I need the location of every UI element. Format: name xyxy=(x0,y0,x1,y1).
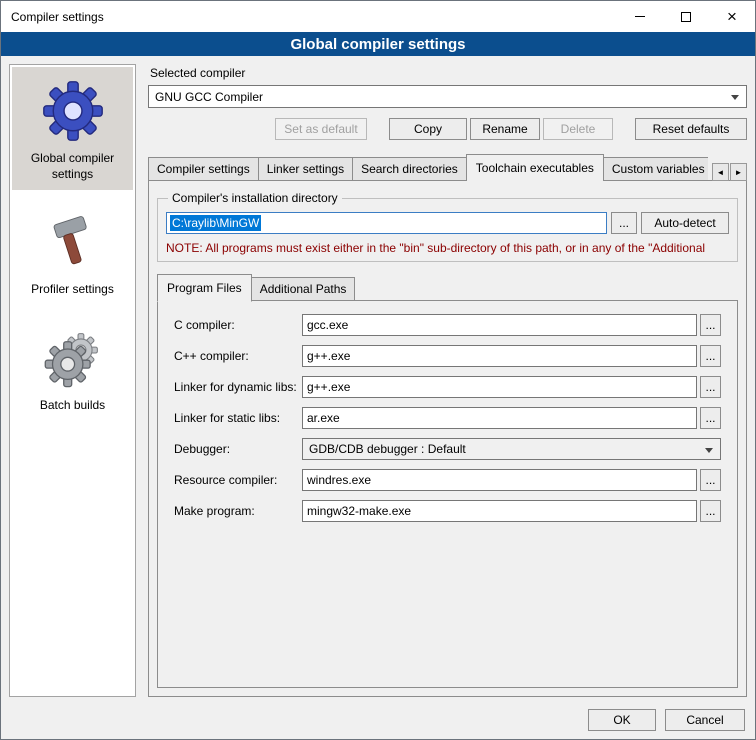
gear-blue-icon xyxy=(14,77,131,145)
delete-button[interactable]: Delete xyxy=(543,118,613,140)
browse-button[interactable]: ... xyxy=(700,345,721,367)
c-compiler-label: C compiler: xyxy=(174,318,302,332)
ok-button[interactable]: OK xyxy=(588,709,656,731)
path-selected-text: C:\raylib\MinGW xyxy=(170,215,261,231)
browse-button[interactable]: ... xyxy=(700,314,721,336)
program-tabstrip: Program Files Additional Paths xyxy=(157,274,738,301)
tab-search-directories[interactable]: Search directories xyxy=(352,157,467,181)
tab-linker-settings[interactable]: Linker settings xyxy=(258,157,353,181)
minimize-button[interactable] xyxy=(617,1,663,32)
chevron-down-icon xyxy=(705,448,713,453)
make-program-label: Make program: xyxy=(174,504,302,518)
sidebar-item-profiler-settings[interactable]: Profiler settings xyxy=(12,198,133,306)
installation-path-input[interactable]: C:\raylib\MinGW xyxy=(166,212,607,234)
reset-defaults-button[interactable]: Reset defaults xyxy=(635,118,747,140)
browse-button[interactable]: ... xyxy=(700,407,721,429)
compiler-actions: Set as default Copy Rename Delete Reset … xyxy=(148,118,747,140)
maximize-button[interactable] xyxy=(663,1,709,32)
tab-scroll-right-button[interactable]: ► xyxy=(730,163,747,181)
linker-dynamic-input[interactable] xyxy=(302,376,697,398)
debugger-label: Debugger: xyxy=(174,442,302,456)
installation-directory-row: C:\raylib\MinGW ... Auto-detect xyxy=(166,212,729,234)
tab-compiler-settings[interactable]: Compiler settings xyxy=(148,157,259,181)
tab-scroll-arrows: ◄ ► xyxy=(711,163,747,181)
chevron-down-icon xyxy=(731,95,739,100)
tab-scroll-left-button[interactable]: ◄ xyxy=(712,163,729,181)
note-text: NOTE: All programs must exist either in … xyxy=(166,241,729,255)
browse-button[interactable]: ... xyxy=(700,500,721,522)
titlebar: Compiler settings × xyxy=(1,1,755,32)
sidebar-item-label: Global compiler settings xyxy=(14,151,131,182)
gears-gray-icon xyxy=(14,324,131,392)
debugger-dropdown[interactable]: GDB/CDB debugger : Default xyxy=(302,438,721,460)
close-button[interactable]: × xyxy=(709,1,755,32)
program-row: Linker for static libs: ... xyxy=(174,407,721,429)
sidebar-item-batch-builds[interactable]: Batch builds xyxy=(12,314,133,422)
rename-button[interactable]: Rename xyxy=(470,118,540,140)
browse-button[interactable]: ... xyxy=(700,376,721,398)
installation-directory-group: Compiler's installation directory C:\ray… xyxy=(157,191,738,262)
sidebar-item-label: Profiler settings xyxy=(14,282,131,298)
left-arrow-icon: ◄ xyxy=(717,168,725,177)
program-files-page: C compiler: ... C++ compiler: ... Linker… xyxy=(157,300,738,688)
program-row: Linker for dynamic libs: ... xyxy=(174,376,721,398)
copy-button[interactable]: Copy xyxy=(389,118,467,140)
sidebar-item-global-compiler-settings[interactable]: Global compiler settings xyxy=(12,67,133,190)
toolchain-executables-page: Compiler's installation directory C:\ray… xyxy=(148,180,747,697)
tab-custom-variables[interactable]: Custom variables xyxy=(603,157,708,181)
linker-static-input[interactable] xyxy=(302,407,697,429)
program-row: C compiler: ... xyxy=(174,314,721,336)
tabs-clip: Compiler settings Linker settings Search… xyxy=(148,154,708,181)
auto-detect-button[interactable]: Auto-detect xyxy=(641,212,729,234)
program-row: C++ compiler: ... xyxy=(174,345,721,367)
program-row: Resource compiler: ... xyxy=(174,469,721,491)
selected-compiler-dropdown[interactable]: GNU GCC Compiler xyxy=(148,85,747,108)
cancel-button[interactable]: Cancel xyxy=(665,709,745,731)
dialog-footer: OK Cancel xyxy=(1,701,755,739)
program-row: Make program: ... xyxy=(174,500,721,522)
main-panel: Selected compiler GNU GCC Compiler Set a… xyxy=(148,64,747,697)
tab-toolchain-executables[interactable]: Toolchain executables xyxy=(466,154,604,181)
linker-static-label: Linker for static libs: xyxy=(174,411,302,425)
sidebar-item-label: Batch builds xyxy=(14,398,131,414)
settings-sidebar: Global compiler settings Profiler settin… xyxy=(9,64,136,697)
minimize-icon xyxy=(635,16,645,17)
dialog-header: Global compiler settings xyxy=(1,32,755,56)
right-arrow-icon: ► xyxy=(735,168,743,177)
installation-directory-group-title: Compiler's installation directory xyxy=(168,191,342,205)
maximize-icon xyxy=(681,12,691,22)
window-controls: × xyxy=(617,1,755,32)
debugger-value: GDB/CDB debugger : Default xyxy=(309,442,466,456)
resource-compiler-label: Resource compiler: xyxy=(174,473,302,487)
compiler-settings-window: Compiler settings × Global compiler sett… xyxy=(0,0,756,740)
close-icon: × xyxy=(727,8,737,25)
program-row: Debugger: GDB/CDB debugger : Default xyxy=(174,438,721,460)
cpp-compiler-label: C++ compiler: xyxy=(174,349,302,363)
settings-tabstrip: Compiler settings Linker settings Search… xyxy=(148,154,747,181)
dialog-body: Global compiler settings Profiler settin… xyxy=(1,56,755,701)
set-as-default-button[interactable]: Set as default xyxy=(275,118,367,140)
cpp-compiler-input[interactable] xyxy=(302,345,697,367)
selected-compiler-value: GNU GCC Compiler xyxy=(155,90,263,104)
browse-directory-button[interactable]: ... xyxy=(611,212,637,234)
window-title: Compiler settings xyxy=(1,10,104,24)
linker-dynamic-label: Linker for dynamic libs: xyxy=(174,380,302,394)
tab-additional-paths[interactable]: Additional Paths xyxy=(251,277,356,301)
c-compiler-input[interactable] xyxy=(302,314,697,336)
browse-button[interactable]: ... xyxy=(700,469,721,491)
resource-compiler-input[interactable] xyxy=(302,469,697,491)
tab-program-files[interactable]: Program Files xyxy=(157,274,252,302)
selected-compiler-label: Selected compiler xyxy=(150,66,747,80)
make-program-input[interactable] xyxy=(302,500,697,522)
hammer-icon xyxy=(14,208,131,276)
